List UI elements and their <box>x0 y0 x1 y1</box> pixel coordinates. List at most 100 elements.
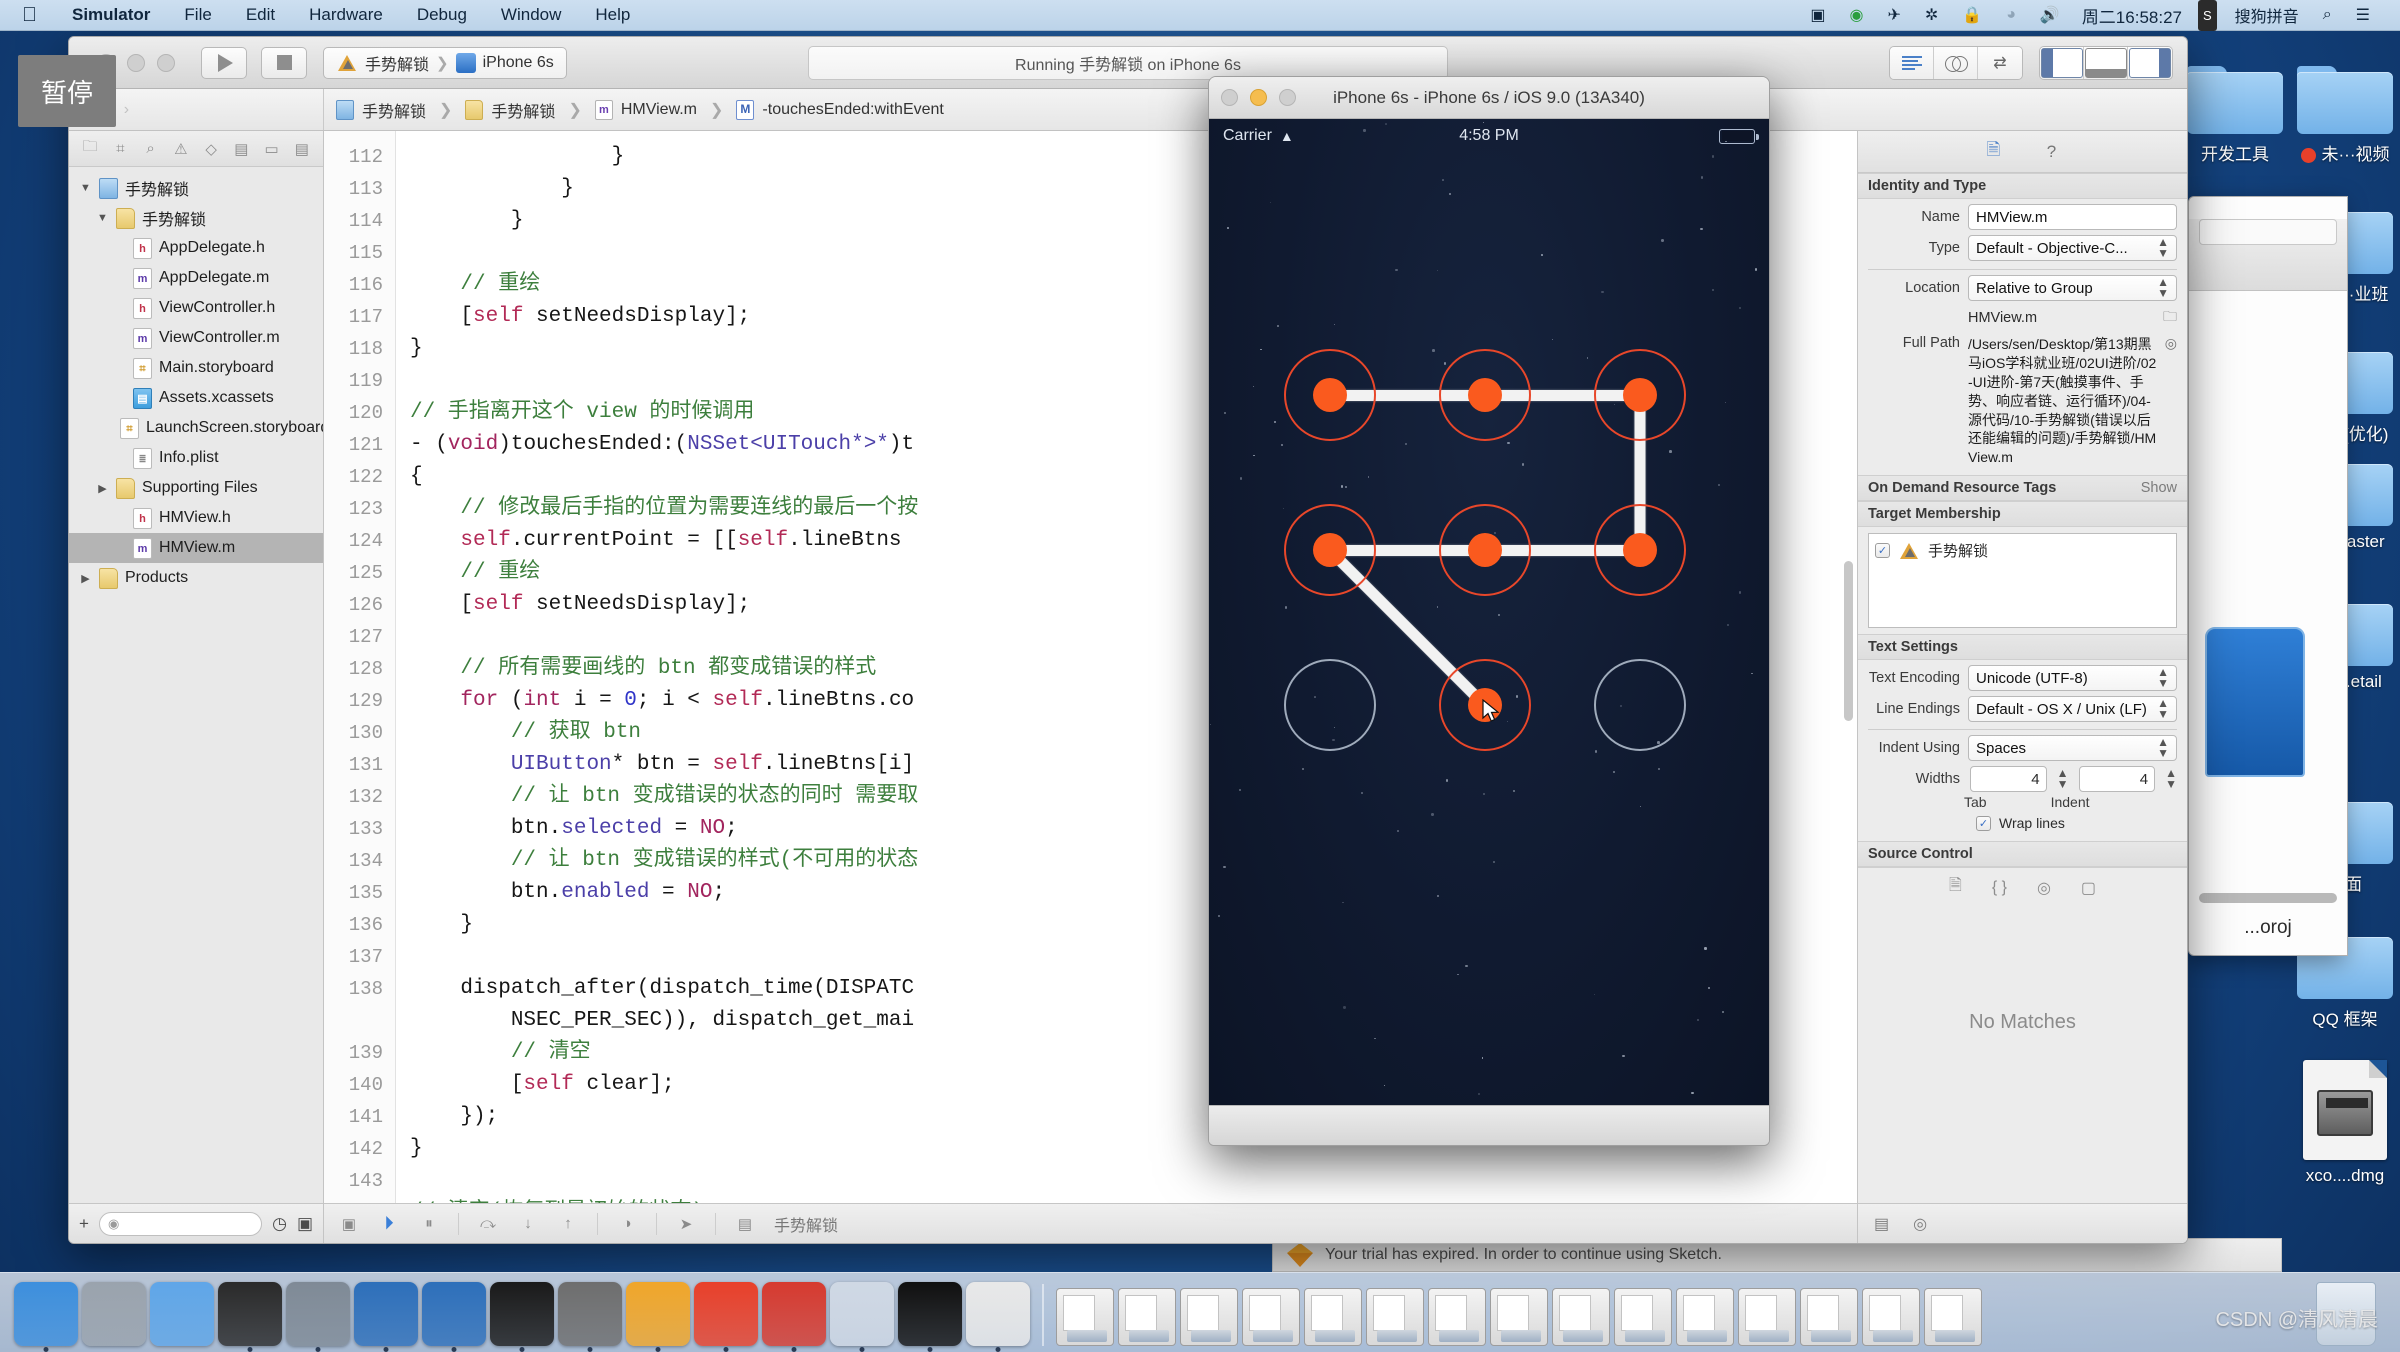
gesture-node[interactable] <box>1284 504 1376 596</box>
dock-sketch-icon[interactable] <box>626 1282 690 1346</box>
dock-system-preferences-icon[interactable] <box>558 1282 622 1346</box>
dock-minimized-window[interactable] <box>1242 1288 1300 1346</box>
text-settings-header[interactable]: Text Settings <box>1858 634 2187 660</box>
mac-dock[interactable] <box>0 1272 2400 1352</box>
dock-iterm-icon[interactable] <box>898 1282 962 1346</box>
notification-center-icon[interactable]: ☰ <box>2344 0 2382 31</box>
show-link[interactable]: Show <box>2141 480 2177 496</box>
navigator-row[interactable]: ▼手势解锁 <box>69 173 323 203</box>
indent-width-stepper[interactable]: ▲▼ <box>2165 768 2177 790</box>
breakpoint-navigator-icon[interactable]: ▭ <box>261 139 283 159</box>
add-file-button[interactable]: + <box>79 1214 89 1234</box>
dock-minimized-window[interactable] <box>1614 1288 1672 1346</box>
airplane-icon[interactable]: ✈ <box>1875 0 1912 31</box>
run-button[interactable] <box>201 47 247 79</box>
target-membership-list[interactable]: ✓ 手势解锁 <box>1868 533 2177 628</box>
location-popup[interactable]: Relative to Group ▲▼ <box>1968 275 2177 301</box>
dock-xcode-beta-icon[interactable] <box>422 1282 486 1346</box>
dock-minimized-window[interactable] <box>1552 1288 1610 1346</box>
code-line[interactable] <box>410 1165 1857 1197</box>
text-encoding-popup[interactable]: Unicode (UTF-8) ▲▼ <box>1968 665 2177 691</box>
standard-editor-icon[interactable] <box>1890 47 1934 79</box>
toggle-utilities-icon[interactable] <box>2128 47 2172 79</box>
source-control-icons[interactable]: 🗎 { } ◎ ▢ <box>1858 867 2187 907</box>
dock-simulator-icon[interactable] <box>218 1282 282 1346</box>
target-membership-row[interactable]: ✓ 手势解锁 <box>1875 540 2170 561</box>
file-inspector-icon[interactable]: 🗎 <box>1982 139 2006 165</box>
close-button[interactable] <box>1221 89 1238 106</box>
navigator-row[interactable]: ▤Assets.xcassets <box>69 383 323 413</box>
sc-square-icon[interactable]: ▢ <box>2081 878 2096 898</box>
issue-navigator-icon[interactable]: ⚠ <box>170 139 192 159</box>
breadcrumb-item-1[interactable]: 手势解锁 <box>491 98 555 122</box>
menubar-clock[interactable]: 周二16:58:27 <box>2072 3 2192 28</box>
dock-chrome-icon[interactable] <box>966 1282 1030 1346</box>
library-icon[interactable]: ▤ <box>1874 1214 1889 1234</box>
checkbox-icon[interactable]: ✓ <box>1875 543 1890 558</box>
scheme-selector[interactable]: 手势解锁 ❯ iPhone 6s <box>323 47 567 79</box>
project-navigator-icon[interactable]: 🗀 <box>79 139 101 159</box>
breadcrumb-item-2[interactable]: HMView.m <box>621 101 697 119</box>
reveal-in-finder-icon[interactable]: ◎ <box>2165 335 2177 352</box>
play-circle-icon[interactable]: ◉ <box>1838 0 1876 31</box>
tab-width-field[interactable]: 4 <box>1970 766 2047 792</box>
navigator-row[interactable]: ▶Products <box>69 563 323 593</box>
toggle-debug-area-icon[interactable] <box>2084 47 2128 79</box>
version-editor-icon[interactable]: ⇄ <box>1978 47 2022 79</box>
gesture-node[interactable] <box>1594 349 1686 441</box>
navigator-row[interactable]: ⌗LaunchScreen.storyboard <box>69 413 323 443</box>
gesture-node[interactable] <box>1284 349 1376 441</box>
input-method-label[interactable]: 搜狗拼音 <box>2223 0 2311 31</box>
quick-help-icon[interactable]: ? <box>2040 139 2064 165</box>
indent-using-popup[interactable]: Spaces ▲▼ <box>1968 735 2177 761</box>
breadcrumb[interactable]: 手势解锁 ❯ 手势解锁 ❯ m HMView.m ❯ M -touchesEnd… <box>324 89 956 130</box>
dock-minimized-window[interactable] <box>1180 1288 1238 1346</box>
sc-circle-icon[interactable]: ◎ <box>2037 878 2051 898</box>
background-finder-window[interactable]: ...oroj <box>2188 196 2348 956</box>
navigator-filter-field[interactable]: ◉ <box>99 1212 262 1236</box>
navigator-row[interactable]: hViewController.h <box>69 293 323 323</box>
breadcrumb-item-3[interactable]: -touchesEnded:withEvent <box>762 101 943 119</box>
navigator-row[interactable]: hAppDelegate.h <box>69 233 323 263</box>
editor-scrollbar[interactable] <box>1844 561 1853 721</box>
menu-item-help[interactable]: Help <box>578 0 647 31</box>
desktop-icon[interactable]: xco....dmg <box>2270 1060 2400 1186</box>
apple-logo-icon[interactable]:  <box>0 0 55 31</box>
mac-menubar[interactable]:  Simulator File Edit Hardware Debug Win… <box>0 0 2400 31</box>
menu-item-hardware[interactable]: Hardware <box>292 0 400 31</box>
tab-width-stepper[interactable]: ▲▼ <box>2057 768 2069 790</box>
dock-pp-assistant-icon[interactable] <box>694 1282 758 1346</box>
folder-picker-icon[interactable]: 🗀 <box>2163 306 2177 330</box>
toggle-navigator-icon[interactable] <box>2040 47 2084 79</box>
hide-debug-area-icon[interactable]: ▣ <box>338 1214 360 1234</box>
disclosure-triangle[interactable]: ▼ <box>96 212 109 224</box>
on-demand-resource-tags-header[interactable]: On Demand Resource Tags Show <box>1858 475 2187 501</box>
symbol-navigator-icon[interactable]: ⌗ <box>109 139 131 159</box>
type-popup[interactable]: Default - Objective-C... ▲▼ <box>1968 235 2177 261</box>
source-control-header[interactable]: Source Control <box>1858 841 2187 867</box>
dock-launchpad-icon[interactable] <box>82 1282 146 1346</box>
gesture-node[interactable] <box>1439 349 1531 441</box>
menu-item-file[interactable]: File <box>167 0 228 31</box>
dock-minimized-window[interactable] <box>1118 1288 1176 1346</box>
name-field[interactable]: HMView.m <box>1968 204 2177 230</box>
help-icon[interactable]: ◎ <box>1913 1214 1927 1234</box>
lock-icon[interactable]: 🔒 <box>1950 0 1994 31</box>
screen-record-icon[interactable]: ▣ <box>1798 0 1837 31</box>
disclosure-triangle[interactable]: ▶ <box>96 482 109 495</box>
simulator-window[interactable]: iPhone 6s - iPhone 6s / iOS 9.0 (13A340)… <box>1208 76 1770 1146</box>
dock-terminal-icon[interactable] <box>490 1282 554 1346</box>
dock-minimized-window[interactable] <box>1800 1288 1858 1346</box>
input-source-badge[interactable]: S <box>2198 0 2217 31</box>
line-endings-popup[interactable]: Default - OS X / Unix (LF) ▲▼ <box>1968 696 2177 722</box>
dock-minimized-window[interactable] <box>1862 1288 1920 1346</box>
breadcrumb-item-0[interactable]: 手势解锁 <box>362 98 426 122</box>
dock-minimized-window[interactable] <box>1676 1288 1734 1346</box>
pause-icon[interactable]: ⏸ <box>418 1214 440 1234</box>
test-navigator-icon[interactable]: ◇ <box>200 139 222 159</box>
desktop-icon[interactable]: 未···视频 <box>2270 60 2400 165</box>
step-into-icon[interactable]: ↓ <box>517 1214 539 1234</box>
menu-item-debug[interactable]: Debug <box>400 0 484 31</box>
checkbox-icon[interactable]: ✓ <box>1976 816 1991 831</box>
disclosure-triangle[interactable]: ▶ <box>79 572 92 585</box>
